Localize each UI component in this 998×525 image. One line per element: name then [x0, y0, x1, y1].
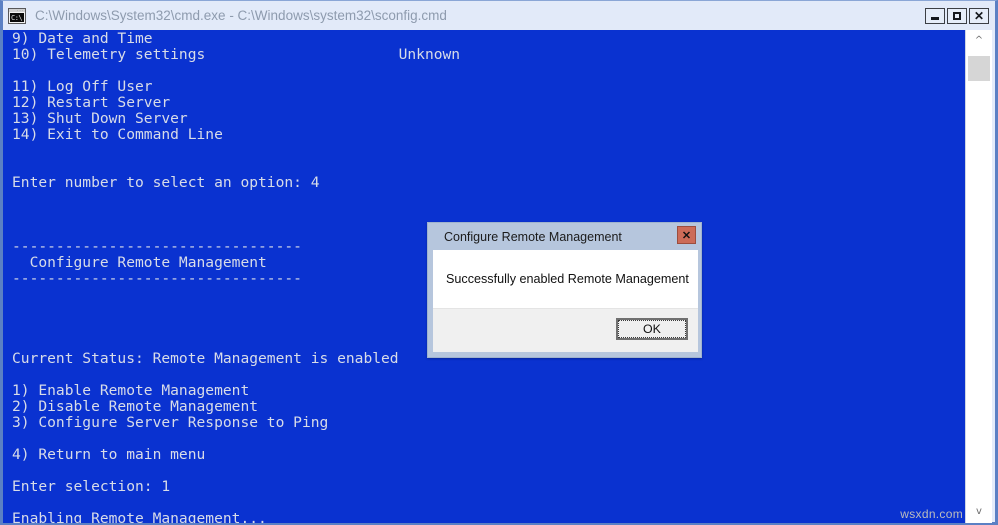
console-line: 10) Telemetry settings Unknown	[12, 46, 461, 64]
dialog-close-button[interactable]: ✕	[677, 226, 696, 244]
window-title: C:\Windows\System32\cmd.exe - C:\Windows…	[35, 8, 447, 23]
dialog-titlebar[interactable]: Configure Remote Management	[428, 223, 701, 250]
console-line: 11) Log Off User	[12, 78, 153, 96]
ok-button[interactable]: OK	[616, 318, 688, 340]
console-icon-text: C:\	[10, 12, 24, 22]
close-button[interactable]: ✕	[969, 8, 989, 24]
scrollbar-thumb[interactable]	[968, 56, 990, 81]
dialog-footer: OK	[433, 308, 698, 352]
cmd-window: ··· C:\ C:\Windows\System32\cmd.exe - C:…	[0, 0, 998, 525]
console-line: 14) Exit to Command Line	[12, 126, 223, 144]
scrollbar-track[interactable]	[966, 52, 992, 501]
configure-remote-management-dialog: Configure Remote Management ✕ Successful…	[427, 222, 702, 358]
console-line: 1) Enable Remote Management	[12, 382, 250, 400]
dialog-close-icon: ✕	[681, 229, 692, 242]
watermark: wsxdn.com	[900, 507, 963, 521]
console-line: 3) Configure Server Response to Ping	[12, 414, 329, 432]
ok-button-label: OK	[618, 320, 686, 338]
console-line: 4) Return to main menu	[12, 446, 206, 464]
console-scrollbar[interactable]: ^ v	[965, 30, 992, 523]
window-controls: ✕	[925, 8, 989, 24]
maximize-icon	[953, 12, 961, 20]
console-line: Enter number to select an option: 4	[12, 174, 320, 192]
scroll-down-icon[interactable]: v	[966, 501, 992, 523]
close-icon: ✕	[973, 9, 985, 23]
dialog-title: Configure Remote Management	[444, 229, 622, 244]
scroll-up-icon[interactable]: ^	[966, 30, 992, 52]
console-line: Enter selection: 1	[12, 478, 171, 496]
console-line: 9) Date and Time	[12, 30, 153, 47]
console-line: Enabling Remote Management...	[12, 510, 267, 523]
minimize-button[interactable]	[925, 8, 945, 24]
console-cmd-icon: ··· C:\	[8, 7, 26, 24]
console-line: 12) Restart Server	[12, 94, 171, 112]
minimize-icon	[931, 16, 939, 20]
console-line: 2) Disable Remote Management	[12, 398, 259, 416]
dialog-message: Successfully enabled Remote Management	[446, 272, 689, 286]
dialog-body: Successfully enabled Remote Management	[433, 250, 698, 308]
maximize-button[interactable]	[947, 8, 967, 24]
console-line: 13) Shut Down Server	[12, 110, 188, 128]
window-titlebar[interactable]: ··· C:\ C:\Windows\System32\cmd.exe - C:…	[3, 1, 995, 30]
